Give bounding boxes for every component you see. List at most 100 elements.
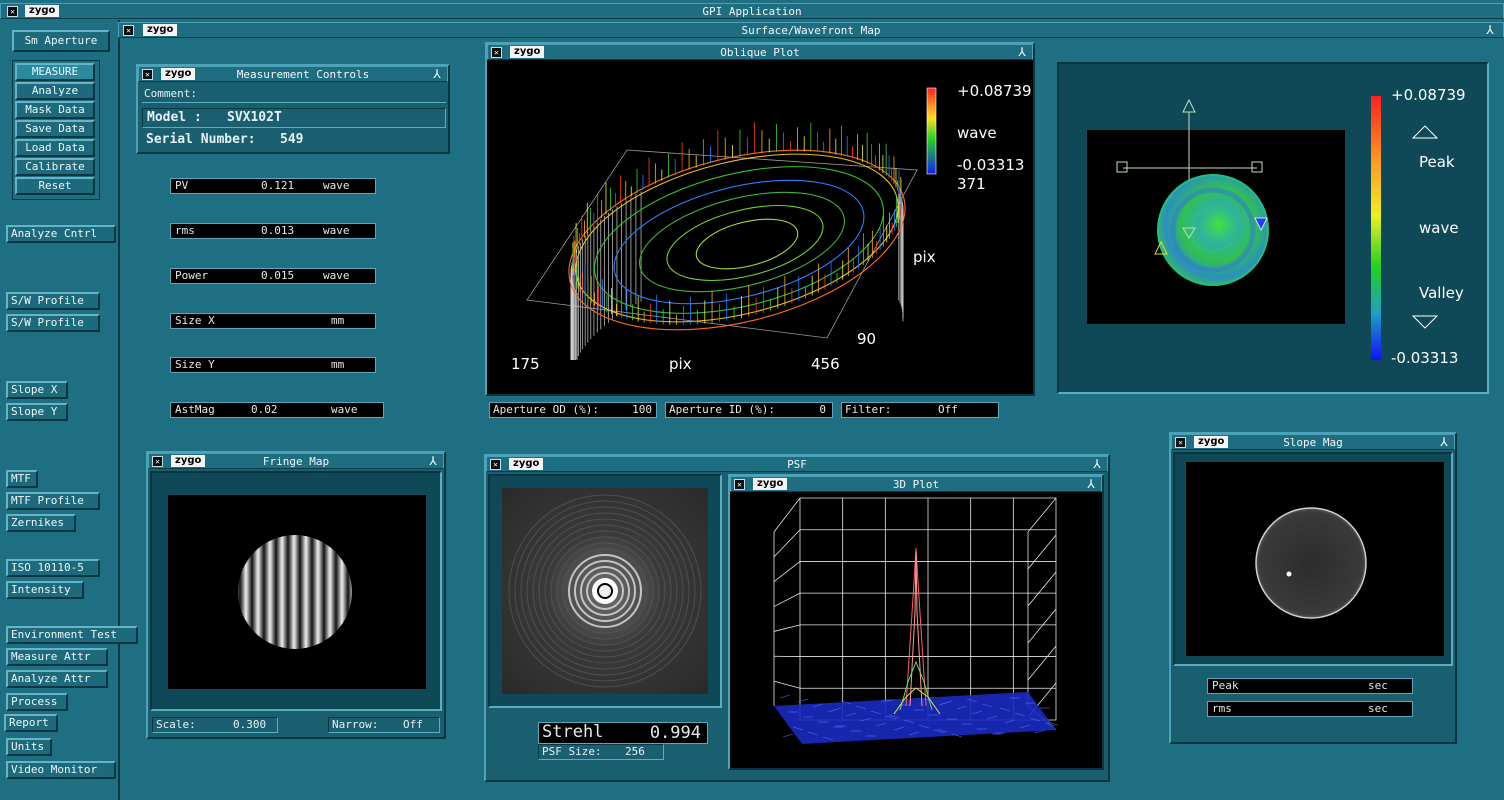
slope-x-button[interactable]: Slope X (6, 381, 68, 399)
aperture-id-field[interactable]: Aperture ID (%): 0 (665, 402, 833, 418)
close-icon[interactable]: ✕ (123, 25, 134, 36)
measurement-controls-titlebar: ✕ zygo Measurement Controls ⅄ (138, 66, 448, 82)
plot3d-floor-line (782, 733, 794, 738)
plot3d-grid-line (1027, 534, 1057, 570)
sm-aperture-button[interactable]: Sm Aperture (12, 30, 110, 52)
result-unit: wave (323, 269, 350, 282)
close-icon[interactable]: ✕ (734, 479, 745, 490)
plot3d-grid-line (773, 624, 801, 632)
strehl-label: Strehl (542, 722, 604, 742)
comment-field[interactable]: Comment: (142, 86, 446, 103)
plot3d-floor-line (797, 698, 809, 703)
zygo-logo: zygo (161, 68, 196, 80)
sidebar: Sm Aperture MEASURE Analyze Mask Data Sa… (0, 20, 138, 800)
oblique-plot-panel: ✕ zygo Oblique Plot ⅄ +0.08739 wave -0.0… (485, 42, 1035, 396)
pin-icon[interactable]: ⅄ (1084, 477, 1098, 491)
iso-10110-5-button[interactable]: ISO 10110-5 (6, 559, 100, 577)
plot3d-canvas (773, 497, 1059, 744)
slope-field-name: Peak (1212, 679, 1239, 692)
zygo-logo: zygo (143, 24, 178, 36)
serial-label: Serial Number: (146, 132, 256, 147)
close-icon[interactable]: ✕ (7, 6, 18, 17)
result-field-size-y: Size Y mm (170, 357, 376, 373)
save-data-button[interactable]: Save Data (15, 120, 95, 138)
mtf-button[interactable]: MTF (6, 470, 38, 488)
calibrate-button[interactable]: Calibrate (15, 158, 95, 176)
close-icon[interactable]: ✕ (152, 456, 163, 467)
oblique-x-right-label: 456 (811, 355, 840, 373)
fringe-map-titlebar: ✕ zygo Fringe Map ⅄ (148, 453, 444, 469)
slope-y-button[interactable]: Slope Y (6, 403, 68, 421)
close-icon[interactable]: ✕ (1175, 437, 1186, 448)
slope-rms-field: rms sec (1207, 701, 1413, 717)
close-icon[interactable]: ✕ (490, 459, 501, 470)
zygo-logo: zygo (1194, 436, 1229, 448)
oblique-3d-surface (526, 87, 937, 360)
mtf-profile-button[interactable]: MTF Profile (6, 492, 100, 510)
plot3d-peak (893, 547, 941, 715)
close-icon[interactable]: ✕ (142, 69, 153, 80)
result-name: Size Y (175, 358, 215, 371)
pin-icon[interactable]: ⅄ (1015, 45, 1029, 59)
psf-image-frame (488, 474, 722, 708)
pin-icon[interactable]: ⅄ (1090, 457, 1104, 471)
reset-button[interactable]: Reset (15, 177, 95, 195)
plot3d-grid-line (1027, 608, 1057, 644)
zygo-logo: zygo (25, 5, 60, 17)
slope-mag-image-frame (1173, 452, 1453, 666)
valley-triangle-icon (1411, 315, 1439, 329)
mask-data-button[interactable]: Mask Data (15, 101, 95, 119)
zygo-logo: zygo (753, 478, 788, 490)
plot3d-grid-line (1027, 645, 1057, 681)
pin-icon[interactable]: ⅄ (426, 454, 440, 468)
units-button[interactable]: Units (6, 738, 52, 756)
video-monitor-button[interactable]: Video Monitor (6, 761, 116, 779)
analyze-attr-button[interactable]: Analyze Attr (6, 670, 108, 688)
oblique-scale-unit: wave (957, 124, 997, 142)
plot3d-panel: ✕ zygo 3D Plot ⅄ (728, 474, 1104, 770)
sw-profile-button-1[interactable]: S/W Profile (6, 292, 100, 310)
report-button[interactable]: Report (4, 714, 58, 732)
result-name: PV (175, 179, 189, 192)
zernikes-button[interactable]: Zernikes (6, 514, 76, 532)
analyze-button[interactable]: Analyze (15, 82, 95, 100)
fringe-narrow-field[interactable]: Narrow: Off (328, 717, 440, 733)
pin-icon[interactable]: ⅄ (1437, 435, 1451, 449)
close-icon[interactable]: ✕ (491, 47, 502, 58)
measure-attr-button[interactable]: Measure Attr (6, 648, 108, 666)
pin-icon[interactable]: ⅄ (1483, 23, 1497, 37)
result-value: 0.013 (261, 224, 295, 237)
slope-field-name: rms (1212, 702, 1232, 715)
fringe-scale-field[interactable]: Scale: 0.300 (152, 717, 278, 733)
plot3d-box-edge (1027, 497, 1057, 533)
result-name: Size X (175, 314, 215, 327)
result-field-pv: PV 0.121 wave (170, 178, 376, 194)
model-value: SVX102T (227, 110, 282, 125)
slope-field-unit: sec (1368, 679, 1388, 692)
result-field-rms: rms 0.013 wave (170, 223, 376, 239)
result-value: 0.121 (261, 179, 295, 192)
filter-field[interactable]: Filter: Off (841, 402, 999, 418)
sw-profile-button-2[interactable]: S/W Profile (6, 314, 100, 332)
aperture-od-field[interactable]: Aperture OD (%): 100 (489, 402, 657, 418)
comment-label: Comment: (144, 87, 197, 100)
oblique-plot-titlebar: ✕ zygo Oblique Plot ⅄ (487, 44, 1033, 60)
panel-title: 3D Plot (892, 478, 940, 491)
oblique-scale-max: +0.08739 (957, 82, 1032, 100)
oblique-y-bottom-label: 90 (857, 330, 877, 348)
fringe-narrow-label: Narrow: (332, 718, 379, 731)
process-button[interactable]: Process (6, 693, 68, 711)
zygo-logo: zygo (171, 455, 206, 467)
load-data-button[interactable]: Load Data (15, 139, 95, 157)
app-titlebar: ✕ zygo GPI Application (0, 3, 1504, 19)
aperture-id-label: Aperture ID (%): (669, 403, 775, 416)
oblique-x-left-label: 175 (511, 355, 540, 373)
pin-icon[interactable]: ⅄ (430, 67, 444, 81)
aperture-od-label: Aperture OD (%): (493, 403, 599, 416)
intensity-button[interactable]: Intensity (6, 581, 84, 599)
slope-field-unit: sec (1368, 702, 1388, 715)
result-field-size-x: Size X mm (170, 313, 376, 329)
analyze-cntrl-button[interactable]: Analyze Cntrl (6, 225, 116, 243)
psf-panel: ✕ zygo PSF ⅄ Strehl 0.994 PSF Size: 256 (484, 454, 1110, 782)
measure-button[interactable]: MEASURE (15, 63, 95, 81)
